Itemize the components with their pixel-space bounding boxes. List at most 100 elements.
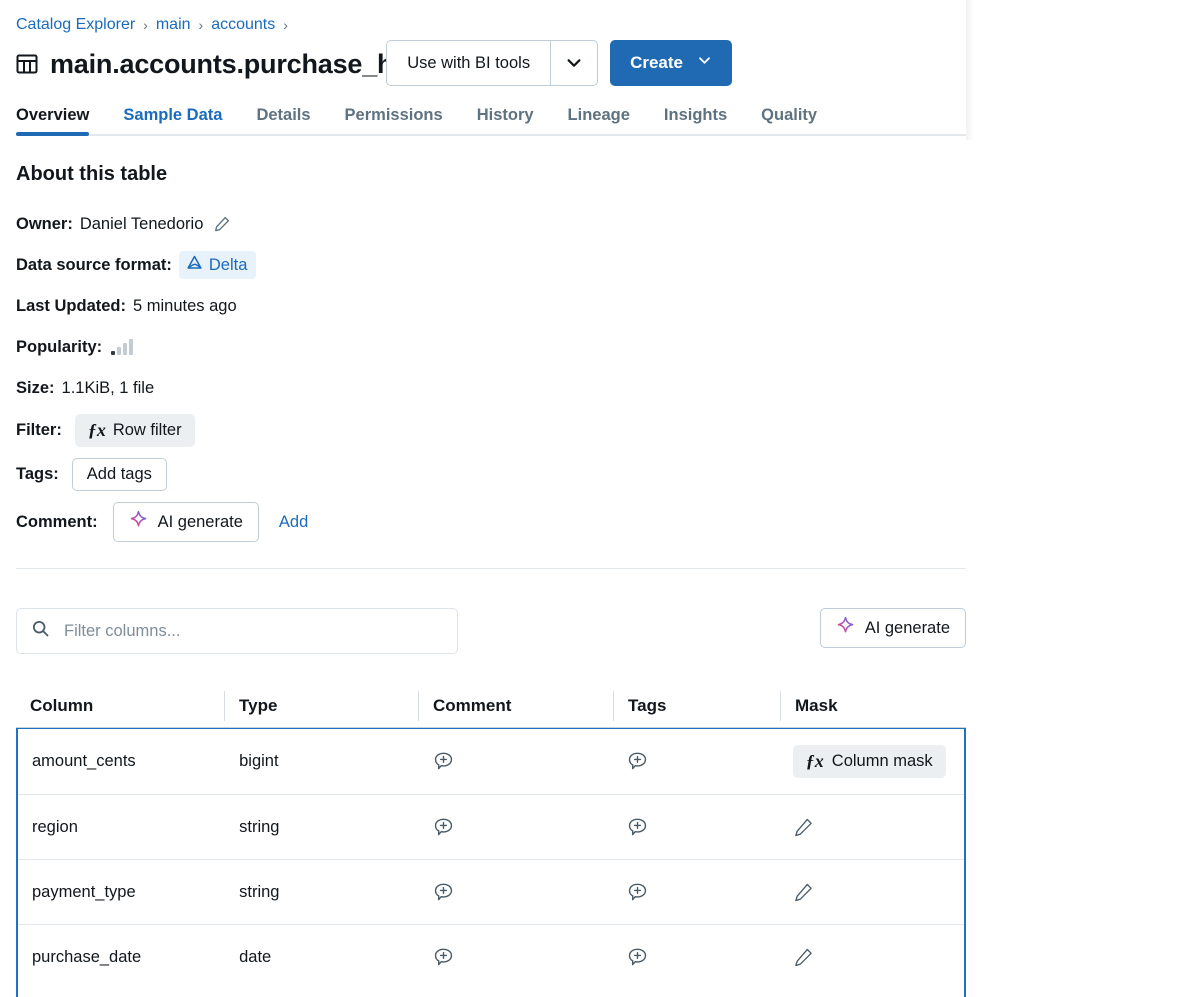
cell-mask — [779, 925, 964, 989]
column-mask-label: Column mask — [832, 752, 933, 771]
last-updated-value: 5 minutes ago — [133, 297, 237, 316]
cell-tags — [612, 925, 778, 989]
cell-column-name: region — [18, 795, 225, 859]
sparkle-icon — [129, 510, 148, 534]
cell-column-type: string — [225, 795, 418, 859]
add-comment-icon[interactable] — [432, 816, 455, 839]
cell-column-type: date — [225, 925, 418, 989]
columns-table: Column Type Comment Tags Mask amount_cen… — [16, 685, 966, 997]
table-row[interactable]: amount_cents bigint — [18, 729, 964, 794]
add-comment-icon[interactable] — [432, 881, 455, 904]
table-row[interactable]: payment_type string — [18, 859, 964, 924]
bar-chart-icon — [111, 339, 133, 355]
comment-ai-generate-label: AI generate — [158, 513, 243, 532]
tab-lineage[interactable]: Lineage — [568, 106, 630, 136]
chevron-down-icon[interactable] — [551, 41, 597, 85]
cell-mask — [779, 795, 964, 859]
chevron-down-icon — [697, 53, 712, 73]
breadcrumb-item-catalog-explorer[interactable]: Catalog Explorer — [16, 14, 135, 36]
page-root: Catalog Explorer › main › accounts › mai… — [0, 0, 1200, 997]
column-header-comment[interactable]: Comment — [418, 691, 613, 721]
metadata-row-size: Size: 1.1KiB, 1 file — [16, 373, 956, 403]
create-button[interactable]: Create — [610, 40, 732, 86]
cell-comment — [418, 729, 612, 794]
pencil-icon[interactable] — [793, 947, 814, 968]
column-mask-chip[interactable]: ƒx Column mask — [793, 745, 946, 778]
metadata-row-comment: Comment: AI generate — [16, 502, 956, 542]
tab-overflow-fade — [966, 0, 974, 140]
columns-ai-generate-label: AI generate — [865, 619, 950, 638]
breadcrumb-separator: › — [199, 14, 204, 36]
row-filter-chip[interactable]: ƒx Row filter — [75, 414, 195, 447]
cell-column-type: bigint — [225, 729, 418, 794]
table-bottom-padding — [18, 989, 964, 997]
fx-icon: ƒx — [806, 751, 823, 772]
cell-column-name: payment_type — [18, 860, 225, 924]
metadata-row-last-updated: Last Updated: 5 minutes ago — [16, 291, 956, 321]
tab-permissions[interactable]: Permissions — [345, 106, 443, 136]
metadata-row-owner: Owner: Daniel Tenedorio — [16, 209, 956, 239]
about-heading: About this table — [16, 163, 167, 186]
table-row[interactable]: region string — [18, 794, 964, 859]
add-comment-icon[interactable] — [432, 750, 455, 773]
delta-format-label: Delta — [209, 256, 248, 275]
use-with-bi-tools-label: Use with BI tools — [387, 41, 550, 85]
create-button-label: Create — [630, 53, 683, 73]
cell-mask — [779, 860, 964, 924]
table-header-row: Column Type Comment Tags Mask — [16, 685, 966, 727]
breadcrumb-separator: › — [143, 14, 148, 36]
column-header-tags[interactable]: Tags — [613, 691, 780, 721]
breadcrumb-separator: › — [283, 14, 288, 36]
add-tags-button[interactable]: Add tags — [72, 458, 167, 491]
section-divider — [16, 568, 966, 569]
metadata-row-popularity: Popularity: — [16, 332, 956, 362]
add-comment-icon[interactable] — [432, 946, 455, 969]
add-tag-icon[interactable] — [626, 946, 649, 969]
content-area: Catalog Explorer › main › accounts › mai… — [0, 0, 966, 997]
tab-bar: Overview Sample Data Details Permissions… — [16, 96, 966, 136]
pencil-icon[interactable] — [793, 882, 814, 903]
metadata-row-data-source-format: Data source format: Delta — [16, 250, 956, 280]
tab-overview[interactable]: Overview — [16, 106, 89, 136]
filter-columns-search[interactable] — [16, 608, 458, 654]
breadcrumb-item-accounts[interactable]: accounts — [211, 14, 275, 36]
add-tag-icon[interactable] — [626, 750, 649, 773]
owner-value: Daniel Tenedorio — [80, 215, 204, 234]
cell-comment — [418, 925, 612, 989]
cell-column-name: amount_cents — [18, 729, 225, 794]
breadcrumb: Catalog Explorer › main › accounts › — [16, 14, 288, 36]
column-header-mask[interactable]: Mask — [780, 691, 966, 721]
tags-label: Tags: — [16, 465, 59, 484]
use-with-bi-tools-button[interactable]: Use with BI tools — [386, 40, 598, 86]
cell-tags — [612, 795, 778, 859]
breadcrumb-item-main[interactable]: main — [156, 14, 191, 36]
delta-logo-icon — [186, 254, 203, 276]
cell-comment — [418, 795, 612, 859]
sparkle-icon — [836, 616, 855, 640]
pencil-icon[interactable] — [793, 817, 814, 838]
comment-add-link[interactable]: Add — [279, 513, 308, 532]
table-row[interactable]: purchase_date date — [18, 924, 964, 989]
tab-details[interactable]: Details — [256, 106, 310, 136]
search-input[interactable] — [62, 621, 443, 642]
last-updated-label: Last Updated: — [16, 297, 126, 316]
comment-ai-generate-button[interactable]: AI generate — [113, 502, 259, 542]
column-header-column[interactable]: Column — [16, 691, 224, 721]
tab-sample-data[interactable]: Sample Data — [123, 106, 222, 136]
tab-insights[interactable]: Insights — [664, 106, 727, 136]
metadata-row-filter: Filter: ƒx Row filter — [16, 414, 956, 447]
tab-history[interactable]: History — [477, 106, 534, 136]
delta-format-badge[interactable]: Delta — [179, 251, 257, 279]
cell-tags — [612, 729, 778, 794]
pencil-icon[interactable] — [213, 215, 231, 233]
fx-icon: ƒx — [88, 420, 105, 441]
add-tag-icon[interactable] — [626, 881, 649, 904]
add-tag-icon[interactable] — [626, 816, 649, 839]
column-header-type[interactable]: Type — [224, 691, 418, 721]
tab-quality[interactable]: Quality — [761, 106, 817, 136]
filter-label: Filter: — [16, 421, 62, 440]
cell-tags — [612, 860, 778, 924]
owner-label: Owner: — [16, 215, 73, 234]
popularity-label: Popularity: — [16, 338, 102, 357]
columns-ai-generate-button[interactable]: AI generate — [820, 608, 966, 648]
